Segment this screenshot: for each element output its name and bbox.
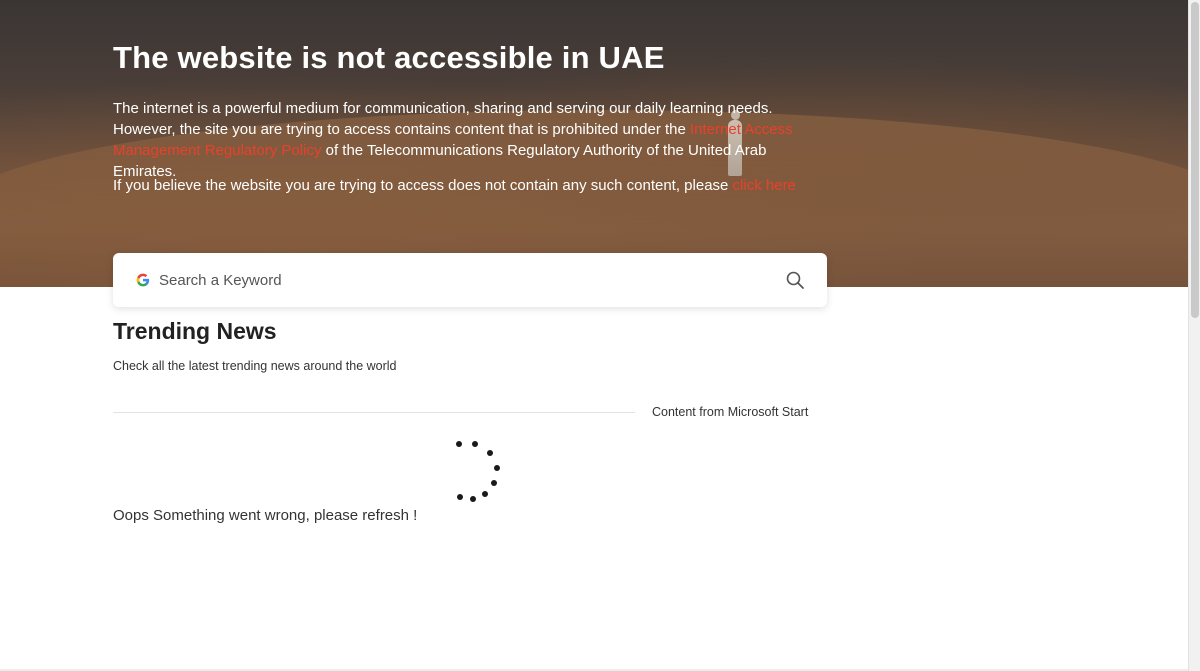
- trending-news-subtitle: Check all the latest trending news aroun…: [113, 359, 397, 373]
- explanation-text-start: The internet is a powerful medium for co…: [113, 100, 773, 138]
- appeal-text: If you believe the website you are tryin…: [113, 175, 825, 196]
- hero-banner: The website is not accessible in UAE The…: [0, 0, 1188, 287]
- click-here-link[interactable]: click here: [733, 177, 796, 194]
- content-source-label: Content from Microsoft Start: [652, 405, 809, 419]
- page: The website is not accessible in UAE The…: [0, 0, 1200, 671]
- trending-news-heading: Trending News: [113, 318, 277, 344]
- scrollbar-thumb[interactable]: [1191, 2, 1199, 318]
- section-divider: [113, 412, 635, 413]
- error-message: Oops Something went wrong, please refres…: [113, 507, 418, 524]
- loading-spinner-icon: [450, 438, 506, 508]
- google-icon: [136, 273, 150, 287]
- appeal-text-body: If you believe the website you are tryin…: [113, 177, 733, 194]
- search-box: [113, 253, 827, 307]
- search-icon[interactable]: [785, 270, 805, 290]
- blocked-explanation: The internet is a powerful medium for co…: [113, 98, 825, 182]
- page-title: The website is not accessible in UAE: [113, 40, 665, 75]
- search-input[interactable]: [159, 265, 785, 295]
- vertical-scrollbar[interactable]: [1188, 0, 1200, 671]
